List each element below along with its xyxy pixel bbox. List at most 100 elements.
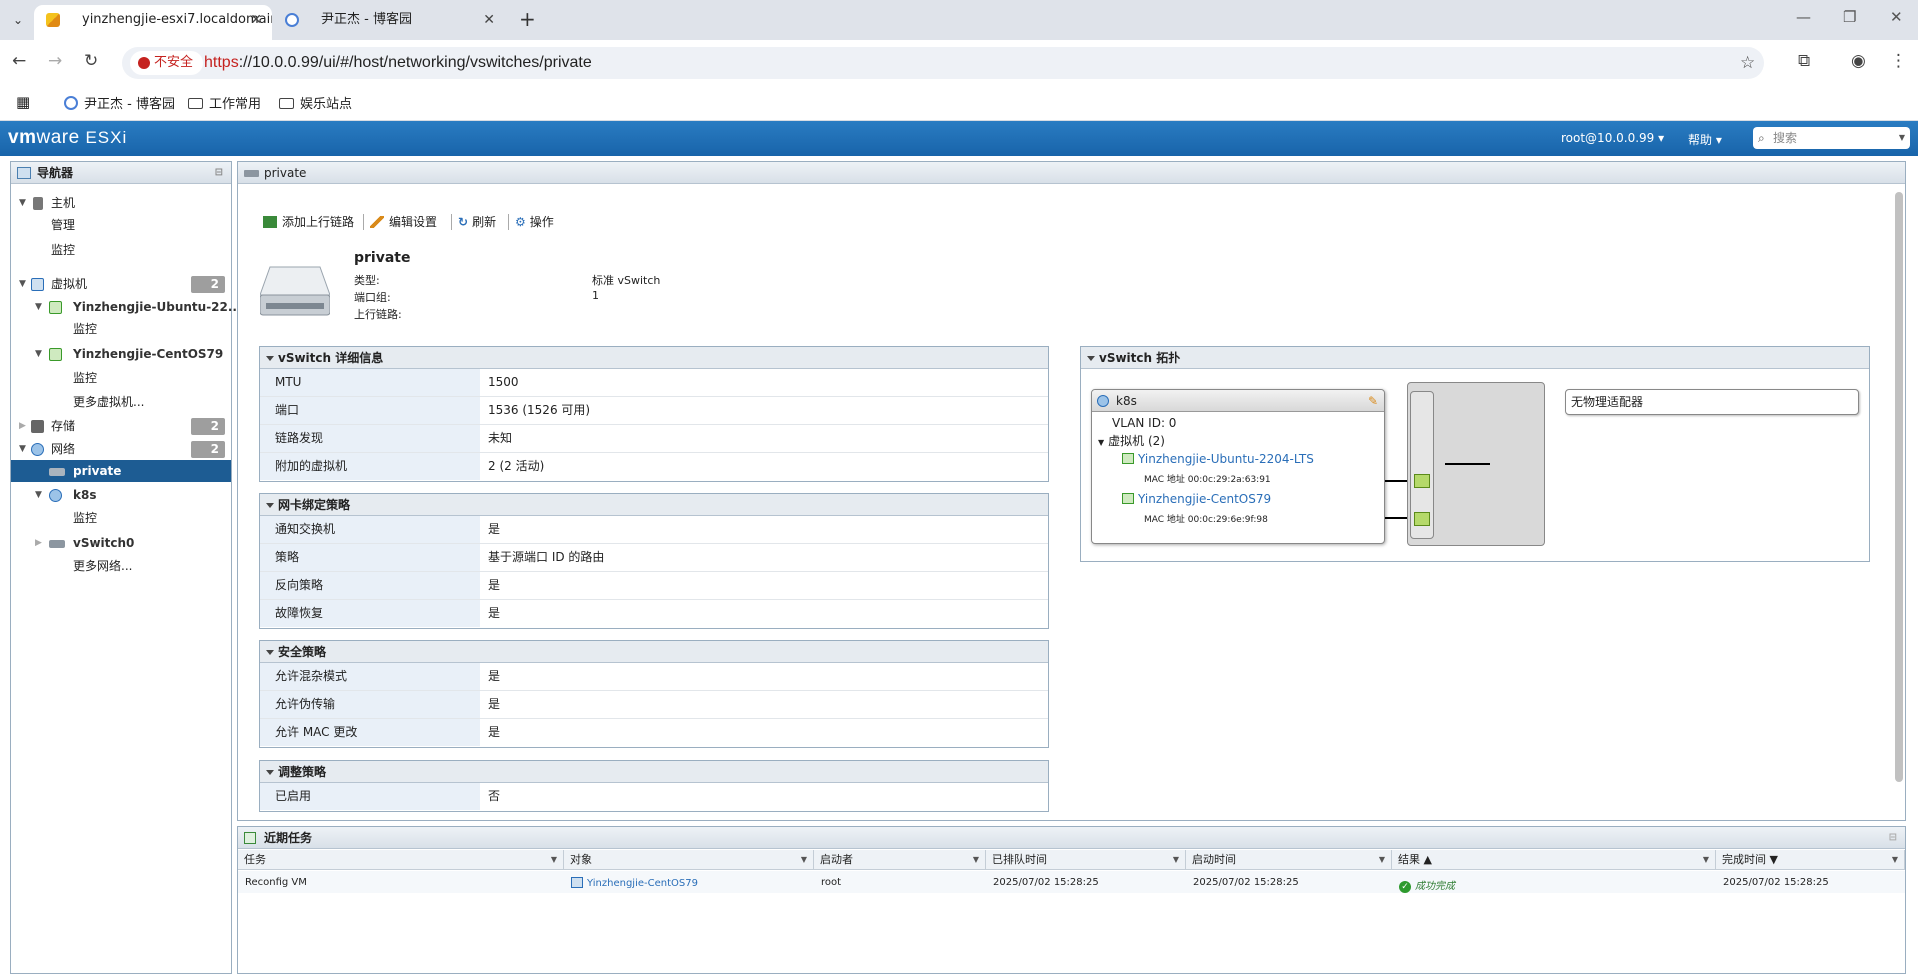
section-header[interactable]: 调整策略	[260, 761, 1048, 783]
column-dropdown-icon[interactable]: ▼	[1703, 850, 1709, 870]
not-secure-badge[interactable]: 不安全	[130, 51, 204, 75]
user-menu[interactable]: root@10.0.0.99 ▾	[1561, 131, 1664, 145]
profile-icon[interactable]: ◉	[1851, 51, 1866, 71]
expand-arrow-icon[interactable]: ▼	[19, 438, 26, 460]
expand-arrow-icon[interactable]: ▼	[19, 273, 26, 295]
nav-k8s-monitor[interactable]: 监控	[11, 507, 231, 529]
search-dropdown-icon[interactable]: ▼	[1899, 127, 1905, 149]
section-header[interactable]: vSwitch 拓扑	[1081, 347, 1869, 369]
bookmark-folder-fun[interactable]: 娱乐站点	[279, 93, 352, 112]
bookmark-folder-work[interactable]: 工作常用	[188, 93, 261, 112]
nav-host-manage[interactable]: 管理	[11, 214, 231, 236]
vm-link[interactable]: Yinzhengjie-Ubuntu-2204-LTS	[1138, 452, 1314, 466]
nav-label: private	[73, 464, 122, 478]
expand-arrow-icon[interactable]: ▼	[35, 343, 42, 365]
column-dropdown-icon[interactable]: ▼	[1173, 850, 1179, 870]
column-task[interactable]: 任务 ▼	[238, 850, 564, 870]
new-tab-icon[interactable]: +	[519, 7, 536, 31]
nav-more-vms[interactable]: 更多虚拟机...	[11, 391, 231, 413]
portgroups-value: 1	[592, 289, 599, 302]
nav-vswitch0[interactable]: ▶ vSwitch0	[11, 532, 231, 554]
address-bar[interactable]: 不安全 https://10.0.0.99/ui/#/host/networki…	[122, 47, 1764, 79]
nav-vms[interactable]: ▼ 虚拟机 2	[11, 273, 231, 295]
edit-settings-button[interactable]: 编辑设置	[370, 212, 437, 232]
task-queued-time: 2025/07/02 15:28:25	[993, 877, 1099, 888]
column-queued[interactable]: 已排队时间 ▼	[986, 850, 1186, 870]
refresh-button[interactable]: ↻ 刷新	[458, 212, 496, 232]
column-dropdown-icon[interactable]: ▼	[1892, 850, 1898, 870]
collapse-panel-icon[interactable]: ⊟	[215, 162, 223, 184]
extensions-icon[interactable]: ⧉	[1798, 51, 1810, 71]
search-input[interactable]: ⌕ 搜索 ▼	[1753, 127, 1910, 149]
panel-scrollbar[interactable]	[1895, 192, 1903, 782]
topology-vm-ubuntu[interactable]: Yinzhengjie-Ubuntu-2204-LTS	[1122, 452, 1314, 466]
forward-icon[interactable]: →	[48, 51, 62, 71]
row-key: 反向策略	[260, 572, 480, 599]
close-window-icon[interactable]: ✕	[1890, 8, 1903, 26]
column-dropdown-icon[interactable]: ▼	[973, 850, 979, 870]
minimize-icon[interactable]: —	[1796, 8, 1811, 26]
url-text[interactable]: https://10.0.0.99/ui/#/host/networking/v…	[204, 47, 592, 79]
nav-vm-ubuntu[interactable]: ▼ Yinzhengjie-Ubuntu-22...	[11, 296, 242, 318]
nav-vswitch-private[interactable]: private	[11, 460, 231, 482]
nav-label: 主机	[51, 196, 76, 210]
task-result-label: 成功完成	[1415, 881, 1455, 892]
expand-arrow-icon[interactable]: ▼	[35, 296, 42, 318]
nav-more-networks[interactable]: 更多网络...	[11, 555, 231, 577]
column-started[interactable]: 启动时间 ▼	[1186, 850, 1392, 870]
nav-vm-ubuntu-monitor[interactable]: 监控	[11, 318, 231, 340]
vm-group-toggle[interactable]: ▼ 虚拟机 (2)	[1098, 432, 1165, 449]
section-header[interactable]: 安全策略	[260, 641, 1048, 663]
back-icon[interactable]: ←	[12, 51, 26, 71]
nav-storage[interactable]: ▶ 存储 2	[11, 415, 231, 437]
nav-network[interactable]: ▼ 网络 2	[11, 438, 231, 460]
edit-portgroup-pencil-icon[interactable]: ✎	[1368, 390, 1378, 412]
help-menu[interactable]: 帮助 ▾	[1688, 131, 1722, 148]
column-completed[interactable]: 完成时间 ▼ ▼	[1716, 850, 1905, 870]
nav-host-monitor[interactable]: 监控	[11, 239, 231, 261]
row-key: MTU	[260, 369, 480, 396]
tab-search-chevron-icon[interactable]: ⌄	[6, 9, 30, 31]
apps-grid-icon[interactable]: ▦	[16, 93, 30, 111]
close-tab-icon[interactable]: ✕	[483, 5, 495, 35]
tab-blog[interactable]: 尹正杰 - 博客园 ✕	[273, 5, 505, 40]
column-object[interactable]: 对象 ▼	[564, 850, 814, 870]
bookmark-blog[interactable]: 尹正杰 - 博客园	[64, 93, 175, 112]
actions-button[interactable]: ⚙ 操作	[515, 212, 554, 232]
task-object-link[interactable]: Yinzhengjie-CentOS79	[587, 878, 698, 889]
vm-powered-on-icon	[1122, 453, 1134, 464]
vm-group-label: 虚拟机 (2)	[1108, 434, 1165, 448]
task-object[interactable]: Yinzhengjie-CentOS79	[571, 877, 698, 889]
tab-esxi[interactable]: yinzhengjie-esxi7.localdomain ✕	[34, 5, 272, 40]
portgroup-name[interactable]: k8s	[1116, 394, 1137, 408]
collapse-arrow-icon[interactable]: ▶	[19, 415, 26, 437]
column-dropdown-icon[interactable]: ▼	[801, 850, 807, 870]
column-initiator[interactable]: 启动者 ▼	[814, 850, 986, 870]
network-icon	[31, 443, 44, 456]
nav-vm-centos[interactable]: ▼ Yinzhengjie-CentOS79	[11, 343, 231, 365]
collapse-panel-icon[interactable]: ⊟	[1889, 827, 1897, 849]
bookmark-star-icon[interactable]: ☆	[1740, 53, 1755, 73]
reload-icon[interactable]: ↻	[84, 51, 98, 71]
section-header[interactable]: vSwitch 详细信息	[260, 347, 1048, 369]
topology-vm-centos[interactable]: Yinzhengjie-CentOS79	[1122, 492, 1271, 506]
vm-link[interactable]: Yinzhengjie-CentOS79	[1138, 492, 1271, 506]
button-label: 添加上行链路	[282, 215, 355, 229]
section-header[interactable]: 网卡绑定策略	[260, 494, 1048, 516]
menu-icon[interactable]: ⋮	[1890, 51, 1907, 71]
row-value: 是	[488, 522, 501, 536]
column-dropdown-icon[interactable]: ▼	[551, 850, 557, 870]
nav-vm-centos-monitor[interactable]: 监控	[11, 367, 231, 389]
vswitch-topology-section: vSwitch 拓扑 k8s ✎ VLAN ID: 0 ▼ 虚拟机 (2) Yin…	[1080, 346, 1870, 562]
column-result[interactable]: 结果 ▲ ▼	[1392, 850, 1716, 870]
expand-arrow-icon[interactable]: ▼	[19, 192, 26, 214]
nav-portgroup-k8s[interactable]: ▼ k8s	[11, 484, 231, 506]
column-dropdown-icon[interactable]: ▼	[1379, 850, 1385, 870]
restore-icon[interactable]: ❐	[1843, 8, 1856, 26]
expand-arrow-icon[interactable]: ▼	[35, 484, 42, 506]
nav-host[interactable]: ▼ 主机	[11, 192, 231, 214]
no-physical-adapters-box: 无物理适配器	[1565, 389, 1859, 415]
add-uplink-button[interactable]: 添加上行链路	[263, 212, 354, 232]
collapse-arrow-icon[interactable]: ▶	[35, 532, 42, 554]
close-tab-icon[interactable]: ✕	[250, 5, 262, 35]
